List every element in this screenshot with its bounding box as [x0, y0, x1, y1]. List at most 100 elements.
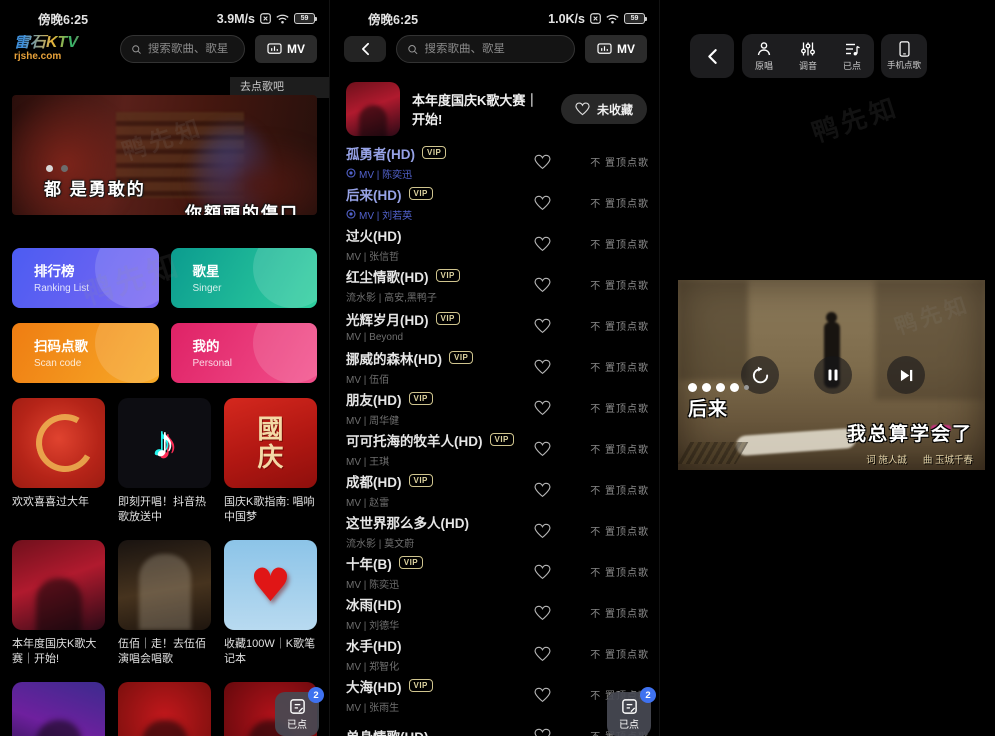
favorite-heart-icon[interactable] — [534, 441, 551, 457]
favorite-heart-icon[interactable] — [534, 318, 551, 334]
back-button[interactable] — [344, 36, 386, 62]
pin-and-order-actions[interactable]: 不 置顶点歌 — [575, 154, 649, 169]
song-row[interactable]: 成都(HD) VIP MV | 赵雷 不 置顶点歌 — [346, 469, 649, 510]
song-row[interactable]: 光辉岁月(HD) VIP MV | Beyond 不 置顶点歌 — [346, 305, 649, 346]
promo-tile-image — [118, 682, 211, 736]
favorite-playlist-button[interactable]: 未收藏 — [561, 94, 647, 124]
tile-overlay-text: 國庆 — [256, 415, 286, 471]
pin-and-order-actions[interactable]: 不 置顶点歌 — [575, 400, 649, 415]
playing-indicator-icon — [346, 168, 356, 178]
pin-and-order-actions[interactable]: 不 置顶点歌 — [575, 523, 649, 538]
promo-tile[interactable]: 本年度国庆K歌大赛｜开始! — [12, 540, 105, 682]
promo-tile[interactable] — [118, 682, 211, 736]
next-song-button[interactable] — [887, 356, 925, 394]
pin-and-order-actions[interactable]: 不 置顶点歌 — [575, 605, 649, 620]
song-row[interactable]: 朋友(HD) VIP MV | 周华健 不 置顶点歌 — [346, 387, 649, 428]
card-subtitle: Scan code — [34, 358, 159, 369]
song-row[interactable]: 冰雨(HD) MV | 刘德华 不 置顶点歌 — [346, 592, 649, 633]
status-time: 傍晚6:25 — [368, 9, 418, 28]
pause-button[interactable] — [814, 356, 852, 394]
tune-button[interactable]: 调音 — [786, 34, 830, 78]
mv-button[interactable]: MV — [585, 35, 647, 63]
ordered-songs-button[interactable]: 2 已点 — [607, 692, 651, 736]
replay-icon — [751, 366, 770, 385]
favorite-heart-icon[interactable] — [534, 523, 551, 539]
favorite-heart-icon[interactable] — [534, 482, 551, 498]
pin-and-order-actions[interactable]: 不 置顶点歌 — [575, 441, 649, 456]
promo-tile[interactable]: 伍佰｜走！去伍佰演唱会唱歌 — [118, 540, 211, 682]
song-title: 成都(HD) — [346, 471, 402, 491]
promo-tile[interactable] — [12, 682, 105, 736]
vip-badge: VIP — [449, 351, 473, 364]
pin-and-order-actions[interactable]: 不 置顶点歌 — [575, 564, 649, 579]
lyricist-credit: 词 施人誠 — [866, 452, 907, 466]
ordered-songs-button[interactable]: 2 已点 — [275, 692, 319, 736]
mv-button[interactable]: MV — [255, 35, 317, 63]
promo-tile-caption: 欢欢喜喜过大年 — [12, 488, 105, 540]
favorite-heart-icon[interactable] — [534, 195, 551, 211]
promo-tile[interactable]: 欢欢喜喜过大年 — [12, 398, 105, 540]
app-logo[interactable]: 雷石KTV rjshe.com — [14, 35, 110, 62]
favorite-heart-icon[interactable] — [534, 154, 551, 170]
search-bar[interactable] — [120, 35, 245, 63]
favorite-heart-icon[interactable] — [534, 236, 551, 252]
pin-and-order-actions[interactable]: 不 置顶点歌 — [575, 482, 649, 497]
favorite-heart-icon[interactable] — [534, 605, 551, 621]
favorite-heart-icon[interactable] — [534, 564, 551, 580]
promo-tile-image — [12, 540, 105, 630]
card-title: 歌星 — [193, 260, 318, 280]
promo-tile[interactable]: ♪ 即刻开唱！抖音热歌放送中 — [118, 398, 211, 540]
song-row[interactable]: 挪威的森林(HD) VIP MV | 伍佰 不 置顶点歌 — [346, 346, 649, 387]
pin-and-order-actions[interactable]: 不 置顶点歌 — [575, 277, 649, 292]
mv-banner[interactable]: 都 是勇敢的 你額頭的傷口 — [12, 95, 317, 215]
category-card[interactable]: 排行榜 Ranking List — [12, 248, 159, 308]
ordered-queue-button[interactable]: 已点 — [830, 34, 874, 78]
phone-order-button[interactable]: 手机点歌 — [881, 34, 927, 78]
wifi-icon — [606, 14, 619, 24]
no-sim-icon — [260, 13, 271, 24]
back-button[interactable] — [690, 34, 734, 78]
mv-button-label: MV — [287, 42, 305, 56]
promo-tile-caption: 伍佰｜走！去伍佰演唱会唱歌 — [118, 630, 211, 682]
pin-and-order-actions[interactable]: 不 置顶点歌 — [575, 318, 649, 333]
wifi-icon — [276, 14, 289, 24]
pin-and-order-actions[interactable]: 不 置顶点歌 — [575, 195, 649, 210]
song-row[interactable]: 单身情歌(HD) 不 置顶点歌 — [346, 715, 649, 736]
heart-balloon-icon: ♥ — [250, 558, 291, 612]
category-card[interactable]: 歌星 Singer — [171, 248, 318, 308]
song-row[interactable]: 孤勇者(HD) VIP MV | 陈奕迅 不 置顶点歌 — [346, 141, 649, 182]
favorite-heart-icon[interactable] — [534, 359, 551, 375]
song-row[interactable]: 红尘情歌(HD) VIP 流水影 | 高安,黑鸭子 不 置顶点歌 — [346, 264, 649, 305]
favorite-heart-icon[interactable] — [534, 687, 551, 703]
promo-tile[interactable]: 國庆 国庆K歌指南: 唱响中国梦 — [224, 398, 317, 540]
pin-and-order-actions[interactable]: 不 置顶点歌 — [575, 236, 649, 251]
promo-tile-image: ♥ — [224, 540, 317, 630]
category-card[interactable]: 我的 Personal — [171, 323, 318, 383]
favorite-heart-icon[interactable] — [534, 277, 551, 293]
category-card[interactable]: 扫码点歌 Scan code — [12, 323, 159, 383]
mv-video-player[interactable]: 后来 我总算学会了 词 施人誠 曲 玉城千春 鸭先知 — [678, 280, 985, 470]
song-row[interactable]: 十年(B) VIP MV | 陈奕迅 不 置顶点歌 — [346, 551, 649, 592]
song-row[interactable]: 这世界那么多人(HD) 流水影 | 莫文蔚 不 置顶点歌 — [346, 510, 649, 551]
promo-tile[interactable]: ♥ 收藏100W｜K歌笔记本 — [224, 540, 317, 682]
original-vocal-button[interactable]: 原唱 — [742, 34, 786, 78]
favorite-heart-icon[interactable] — [534, 646, 551, 662]
favorite-heart-icon[interactable] — [534, 728, 551, 736]
song-row[interactable]: 水手(HD) MV | 郑智化 不 置顶点歌 — [346, 633, 649, 674]
search-input[interactable] — [425, 43, 564, 55]
song-row[interactable]: 后来(HD) VIP MV | 刘若英 不 置顶点歌 — [346, 182, 649, 223]
song-row[interactable]: 可可托海的牧羊人(HD) VIP MV | 王琪 不 置顶点歌 — [346, 428, 649, 469]
pin-and-order-actions[interactable]: 不 置顶点歌 — [575, 359, 649, 374]
search-bar[interactable] — [396, 35, 575, 63]
ordered-list-icon — [621, 698, 638, 715]
search-input[interactable] — [148, 43, 234, 55]
network-speed: 3.9M/s — [217, 12, 255, 26]
song-row[interactable]: 过火(HD) MV | 张信哲 不 置顶点歌 — [346, 223, 649, 264]
favorite-heart-icon[interactable] — [534, 400, 551, 416]
ordered-queue-label: 已点 — [843, 59, 861, 72]
pin-and-order-actions[interactable]: 不 置顶点歌 — [575, 646, 649, 661]
vip-badge: VIP — [409, 679, 433, 692]
song-row[interactable]: 大海(HD) VIP MV | 张雨生 不 置顶点歌 — [346, 674, 649, 715]
song-list: 孤勇者(HD) VIP MV | 陈奕迅 不 置顶点歌 后来(HD) VIP M… — [346, 141, 649, 736]
equalizer-sliders-icon — [800, 41, 816, 57]
